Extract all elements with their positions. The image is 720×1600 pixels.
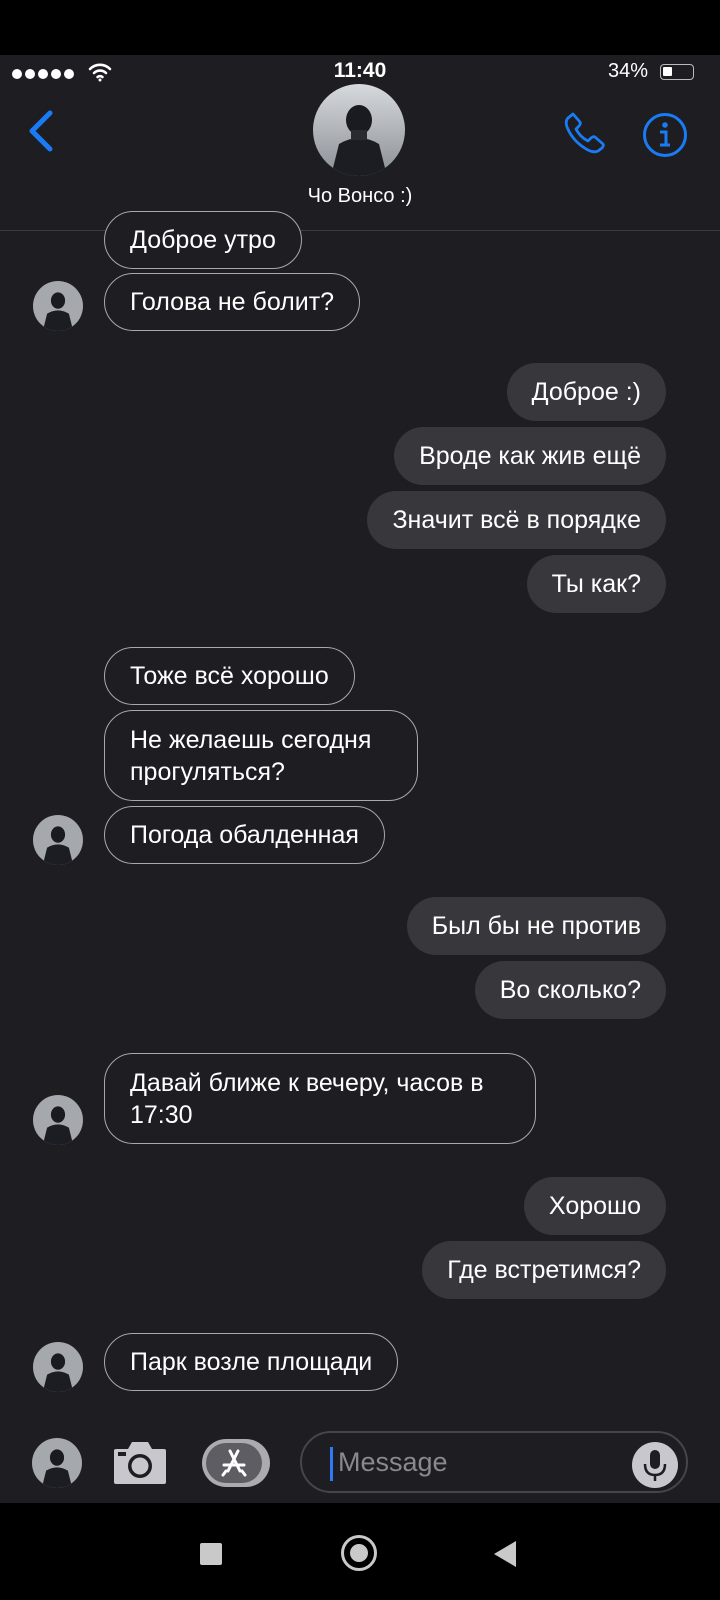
recents-icon[interactable] <box>200 1543 222 1565</box>
microphone-icon[interactable] <box>632 1442 678 1488</box>
message-outgoing[interactable]: Хорошо <box>523 1177 666 1235</box>
top-bezel <box>0 0 720 55</box>
message-outgoing[interactable]: Вроде как жив ещё <box>394 427 666 485</box>
camera-icon[interactable] <box>112 1437 168 1487</box>
app-store-button[interactable] <box>202 1439 270 1487</box>
chat-screen: 11:40 34% Чо Вонсо :) Доброе утро Голова… <box>0 55 720 1503</box>
message-outgoing[interactable]: Был бы не против <box>406 897 666 955</box>
message-incoming[interactable]: Не желаешь сегодня прогуляться? <box>104 710 418 801</box>
sender-avatar <box>33 281 83 331</box>
contact-avatar[interactable] <box>313 84 405 176</box>
message-input[interactable] <box>338 1442 618 1482</box>
sender-avatar <box>33 815 83 865</box>
info-icon[interactable] <box>642 112 688 158</box>
message-incoming[interactable]: Давай ближе к вечеру, часов в 17:30 <box>104 1053 536 1144</box>
phone-icon[interactable] <box>563 110 607 154</box>
contact-name[interactable]: Чо Вонсо :) <box>0 185 720 208</box>
message-outgoing[interactable]: Значит всё в порядке <box>367 491 666 549</box>
message-incoming[interactable]: Погода обалденная <box>104 806 385 864</box>
compose-bar <box>0 1427 720 1503</box>
message-outgoing[interactable]: Доброе :) <box>506 363 666 421</box>
sender-avatar <box>33 1095 83 1145</box>
chevron-left-icon[interactable] <box>24 109 58 153</box>
message-incoming[interactable]: Доброе утро <box>104 211 302 269</box>
message-incoming[interactable]: Голова не болит? <box>104 273 361 331</box>
text-caret <box>330 1447 333 1481</box>
android-nav-bar <box>0 1503 720 1600</box>
home-icon[interactable] <box>341 1535 377 1571</box>
sender-avatar <box>33 1342 83 1392</box>
app-store-icon <box>206 1443 262 1483</box>
message-incoming[interactable]: Тоже всё хорошо <box>104 647 355 705</box>
message-outgoing[interactable]: Ты как? <box>526 555 666 613</box>
message-outgoing[interactable]: Где встретимся? <box>422 1241 666 1299</box>
message-incoming[interactable]: Парк возле площади <box>104 1333 399 1391</box>
back-triangle-icon[interactable] <box>494 1541 516 1567</box>
message-outgoing[interactable]: Во сколько? <box>474 961 666 1019</box>
message-field[interactable] <box>300 1431 688 1493</box>
my-avatar <box>32 1438 82 1488</box>
chat-header: Чо Вонсо :) <box>0 55 720 231</box>
